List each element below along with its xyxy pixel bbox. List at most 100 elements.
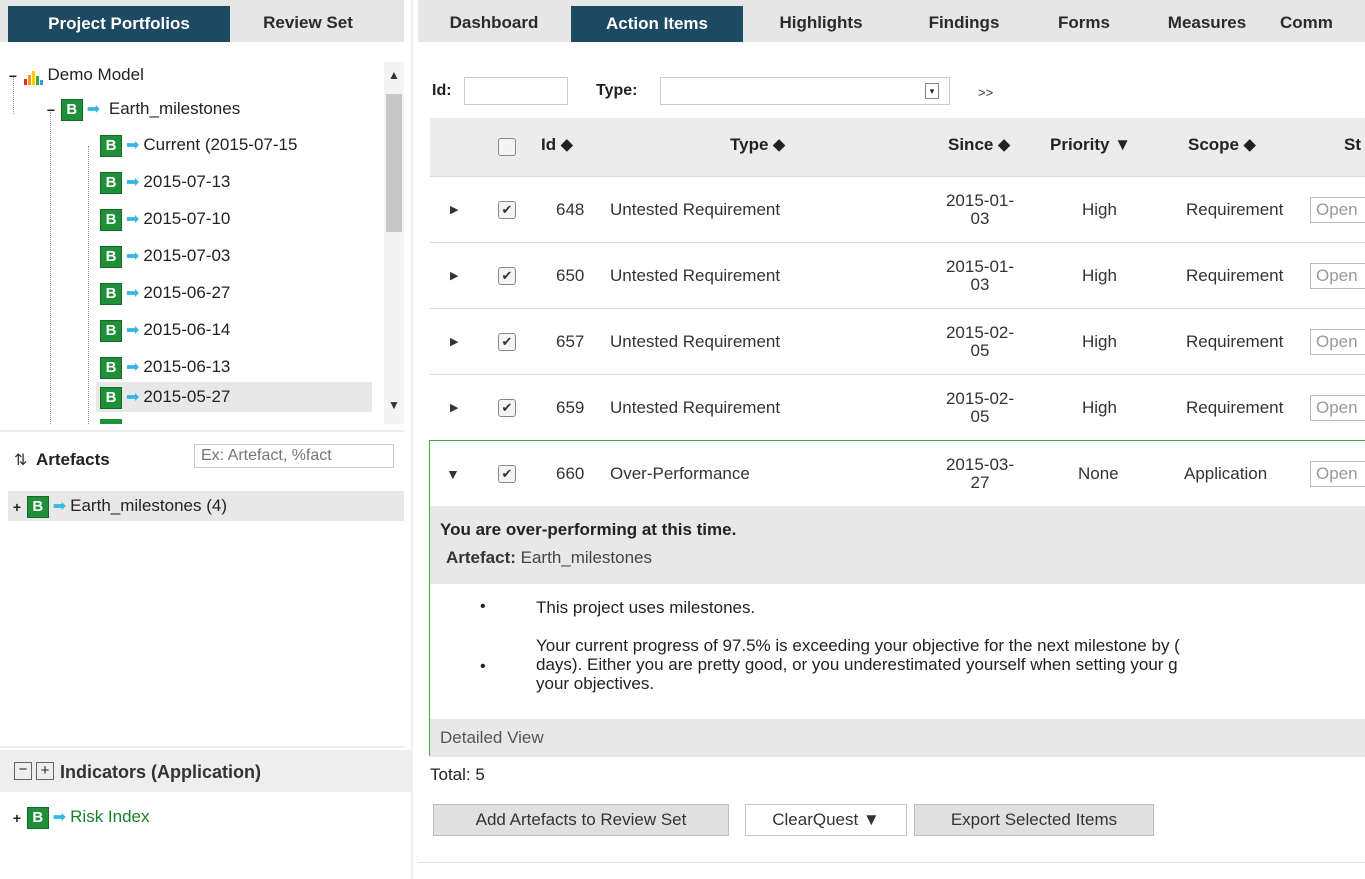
artefact-link[interactable]: Earth_milestones bbox=[521, 548, 652, 567]
tab-review-set[interactable]: Review Set bbox=[234, 4, 382, 42]
detail-bullet: This project uses milestones. bbox=[536, 598, 756, 617]
row-type[interactable]: Untested Requirement bbox=[610, 309, 780, 374]
row-status[interactable]: Open bbox=[1310, 262, 1365, 289]
table-row[interactable]: ▶ ✔ 659 Untested Requirement 2015-02- 05 … bbox=[430, 375, 1365, 441]
row-checkbox[interactable]: ✔ bbox=[498, 464, 516, 483]
expand-all-icon[interactable]: + bbox=[36, 762, 54, 780]
trend-arrow-icon: ➡ bbox=[126, 247, 140, 265]
b-rating-icon: B bbox=[100, 386, 122, 409]
version-label: Current (2015-07-15 bbox=[143, 135, 298, 154]
tree-version-item[interactable]: B ➡ 2015-06-14 bbox=[100, 318, 230, 342]
tree-scrollbar[interactable]: ▲ ▼ bbox=[384, 62, 404, 424]
column-status[interactable]: St bbox=[1344, 135, 1361, 155]
clearquest-select[interactable]: ClearQuest ▼ bbox=[745, 804, 907, 836]
collapse-all-icon[interactable]: − bbox=[14, 762, 32, 780]
tree-version-item[interactable]: B ➡ 2015-06-13 bbox=[100, 355, 230, 379]
version-label: 2015-07-10 bbox=[143, 209, 231, 228]
table-header: Id ⬥ Type ⬥ Since ⬥ Priority ▼ Scope ⬥ S… bbox=[430, 118, 1365, 177]
table-row[interactable]: ▶ ✔ 657 Untested Requirement 2015-02- 05 … bbox=[430, 309, 1365, 375]
tree-root[interactable]: − Demo Model bbox=[8, 63, 144, 87]
more-filters-button[interactable]: >> bbox=[978, 85, 993, 100]
row-type[interactable]: Untested Requirement bbox=[610, 177, 780, 242]
column-priority[interactable]: Priority ▼ bbox=[1050, 135, 1131, 155]
expand-row-icon[interactable]: ▶ bbox=[450, 243, 458, 308]
row-status[interactable]: Open bbox=[1310, 394, 1365, 421]
tree-version-item[interactable]: B ➡ Current (2015-07-15 bbox=[100, 133, 297, 157]
indicator-item[interactable]: + B ➡ Risk Index bbox=[12, 805, 150, 829]
artefacts-header: ⇅ Artefacts bbox=[0, 438, 404, 482]
tree-version-item[interactable]: B ➡ 2015-07-03 bbox=[100, 244, 230, 268]
row-checkbox[interactable]: ✔ bbox=[498, 332, 516, 351]
sort-filter-icon[interactable]: ⇅ bbox=[14, 450, 27, 470]
table-row[interactable]: ▶ ✔ 648 Untested Requirement 2015-01- 03 … bbox=[430, 177, 1365, 243]
trend-arrow-icon: ➡ bbox=[126, 284, 140, 302]
tab-action-items[interactable]: Action Items bbox=[571, 6, 743, 42]
row-status[interactable]: Open bbox=[1310, 196, 1365, 223]
panel-splitter[interactable] bbox=[411, 0, 413, 879]
tree-version-item[interactable]: B ➡ 2015-06-27 bbox=[100, 281, 230, 305]
table-row[interactable]: ▶ ✔ 650 Untested Requirement 2015-01- 03 … bbox=[430, 243, 1365, 309]
select-all-checkbox[interactable] bbox=[498, 138, 516, 156]
tab-project-portfolios[interactable]: Project Portfolios bbox=[8, 6, 230, 42]
tree-version-item-selected[interactable]: B ➡ 2015-05-27 bbox=[100, 385, 230, 409]
dropdown-icon[interactable]: ▾ bbox=[925, 83, 939, 99]
main-tab-bar: Dashboard Action Items Highlights Findin… bbox=[418, 0, 1365, 42]
row-type[interactable]: Untested Requirement bbox=[610, 375, 780, 440]
row-type[interactable]: Untested Requirement bbox=[610, 243, 780, 308]
expand-row-icon[interactable]: ▶ bbox=[450, 375, 458, 440]
collapse-icon[interactable]: − bbox=[8, 69, 18, 83]
row-scope: Application bbox=[1184, 463, 1268, 483]
add-artefacts-button[interactable]: Add Artefacts to Review Set bbox=[433, 804, 729, 836]
trend-arrow-icon: ➡ bbox=[126, 388, 140, 406]
version-label: 2015-07-03 bbox=[143, 246, 231, 265]
tab-findings[interactable]: Findings bbox=[902, 4, 1026, 42]
column-since[interactable]: Since ⬥ bbox=[948, 135, 1010, 155]
scroll-up-icon[interactable]: ▲ bbox=[388, 68, 400, 82]
tab-forms[interactable]: Forms bbox=[1032, 4, 1136, 42]
tree-project[interactable]: − B ➡ Earth_milestones bbox=[46, 97, 240, 121]
row-id: 650 bbox=[556, 265, 585, 285]
expand-row-icon[interactable]: ▶ bbox=[450, 309, 458, 374]
trend-arrow-icon: ➡ bbox=[126, 173, 140, 191]
export-selected-button[interactable]: Export Selected Items bbox=[914, 804, 1154, 836]
indicators-title: Indicators (Application) bbox=[60, 762, 262, 782]
row-priority: High bbox=[1082, 199, 1117, 219]
id-filter-input[interactable] bbox=[464, 77, 568, 105]
left-tab-bar: Project Portfolios Review Set bbox=[0, 0, 404, 42]
tab-dashboard[interactable]: Dashboard bbox=[424, 4, 564, 42]
tree-version-item[interactable]: B ➡ 2015-07-10 bbox=[100, 207, 230, 231]
tree-version-item[interactable]: B ➡ 2015-07-13 bbox=[100, 170, 230, 194]
tab-comments[interactable]: Comm bbox=[1280, 4, 1365, 42]
type-filter-input[interactable]: ▾ bbox=[660, 77, 950, 105]
artefact-filter-input[interactable] bbox=[194, 444, 394, 468]
column-scope[interactable]: Scope ⬥ bbox=[1188, 135, 1256, 155]
column-type[interactable]: Type ⬥ bbox=[730, 135, 785, 155]
collapse-icon[interactable]: − bbox=[46, 103, 56, 117]
total-count: Total: 5 bbox=[430, 765, 485, 784]
column-id[interactable]: Id ⬥ bbox=[541, 135, 573, 155]
artefact-item[interactable]: + B ➡ Earth_milestones (4) bbox=[8, 491, 404, 521]
row-scope: Requirement bbox=[1186, 199, 1284, 219]
tab-measures[interactable]: Measures bbox=[1142, 4, 1272, 42]
artefact-item-label: Earth_milestones (4) bbox=[70, 496, 227, 515]
row-type[interactable]: Over-Performance bbox=[610, 441, 750, 506]
row-priority: High bbox=[1082, 331, 1117, 351]
expand-icon[interactable]: + bbox=[12, 500, 22, 514]
row-id: 648 bbox=[556, 199, 585, 219]
scrollbar-thumb[interactable] bbox=[386, 94, 402, 232]
expand-row-icon[interactable]: ▶ bbox=[450, 177, 458, 242]
b-rating-icon: B bbox=[100, 319, 122, 342]
table-row[interactable]: ▼ ✔ 660 Over-Performance 2015-03- 27 None… bbox=[430, 441, 1365, 506]
row-checkbox[interactable]: ✔ bbox=[498, 200, 516, 219]
row-status[interactable]: Open bbox=[1310, 328, 1365, 355]
detailed-view-link[interactable]: Detailed View bbox=[440, 728, 544, 748]
collapse-row-icon[interactable]: ▼ bbox=[446, 441, 460, 506]
tab-highlights[interactable]: Highlights bbox=[750, 4, 892, 42]
expand-icon[interactable]: + bbox=[12, 811, 22, 825]
row-checkbox[interactable]: ✔ bbox=[498, 398, 516, 417]
row-status[interactable]: Open bbox=[1310, 460, 1365, 487]
scroll-down-icon[interactable]: ▼ bbox=[388, 398, 400, 412]
b-rating-icon: B bbox=[26, 495, 49, 518]
b-rating-icon: B bbox=[100, 208, 122, 231]
row-checkbox[interactable]: ✔ bbox=[498, 266, 516, 285]
